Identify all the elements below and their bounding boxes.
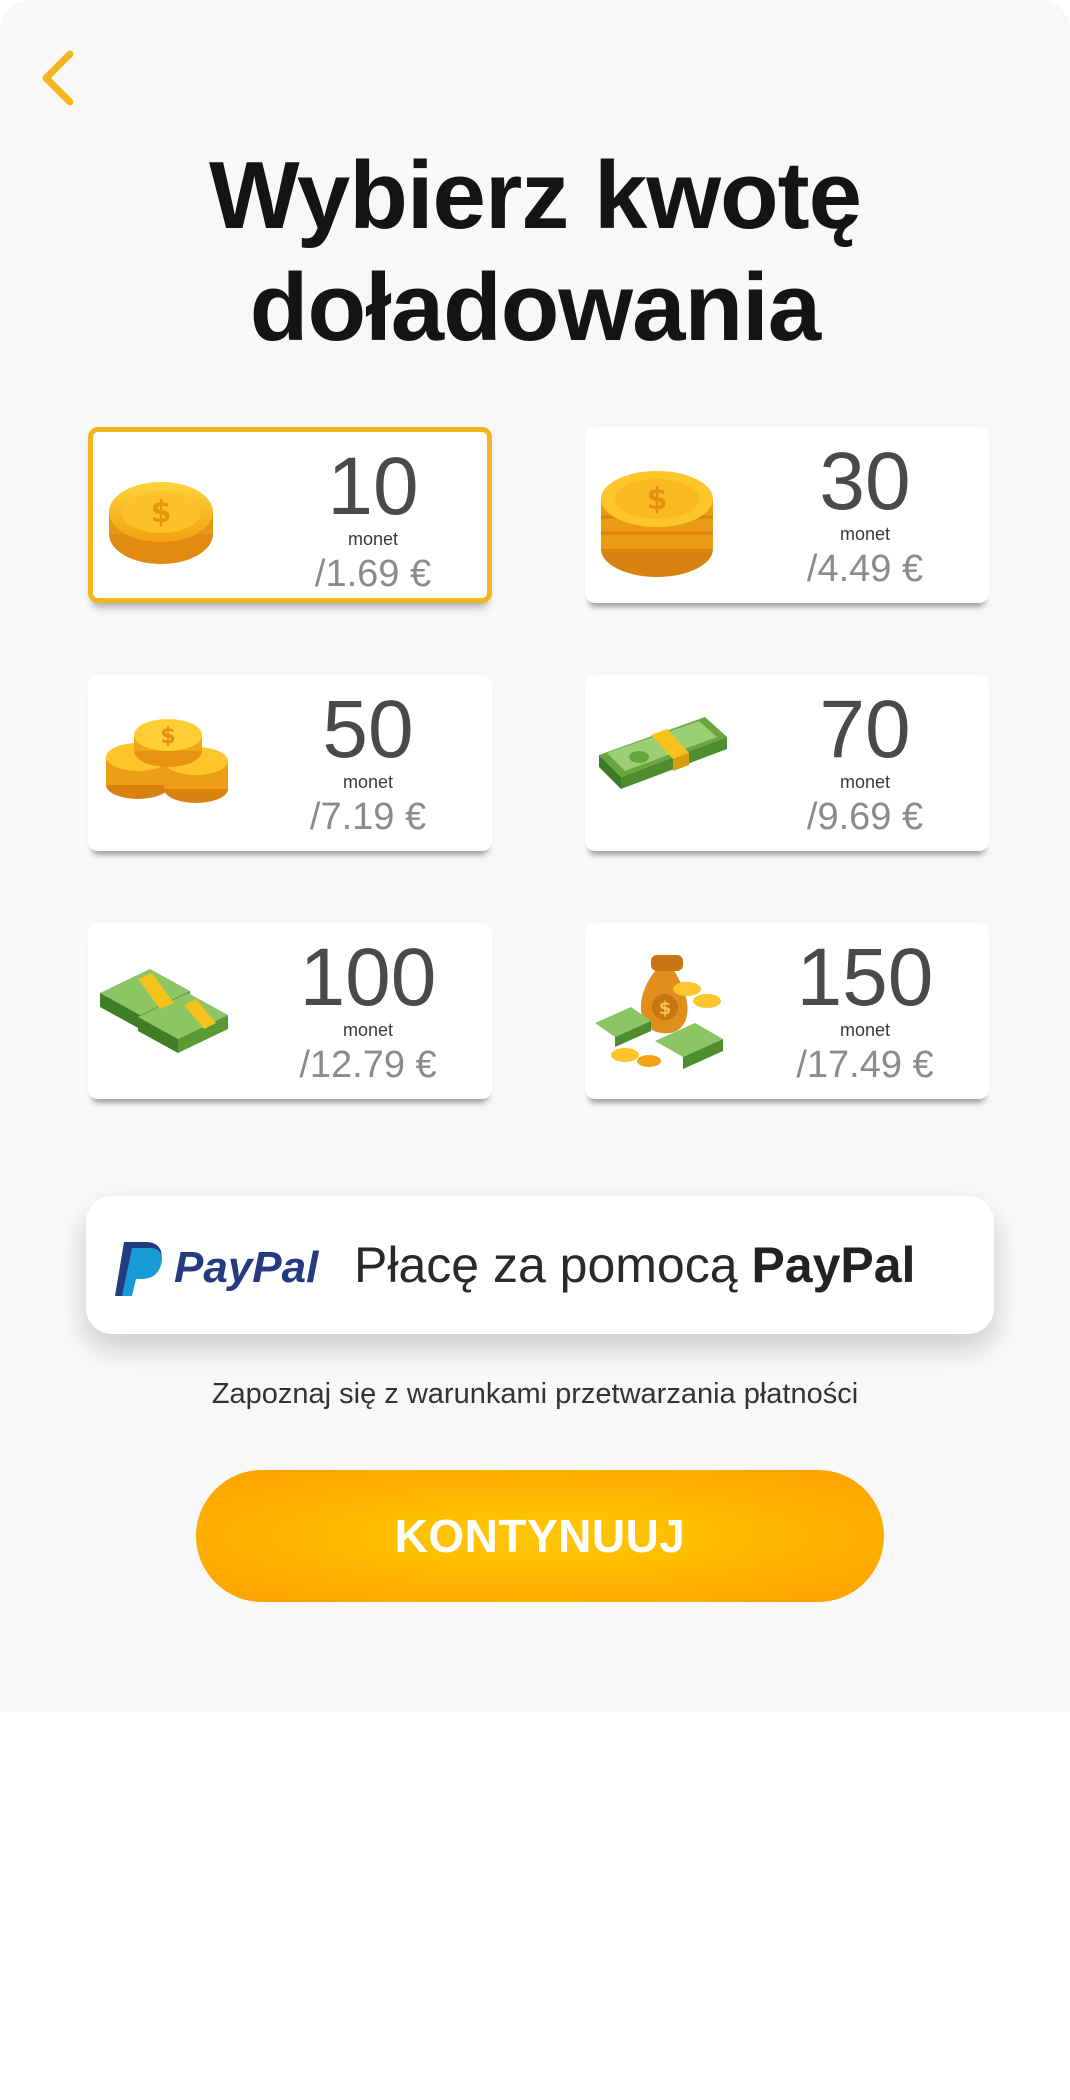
topup-screen: Wybierz kwotę doładowania $ 10 monet /1.…	[0, 0, 1070, 1712]
package-info: 150 monet /17.49 €	[745, 923, 985, 1099]
package-unit: monet	[342, 1020, 394, 1040]
paypal-label-brand: PayPal	[751, 1237, 916, 1293]
package-unit: monet	[347, 529, 399, 549]
svg-text:$: $	[160, 724, 175, 749]
svg-text:$: $	[151, 495, 172, 530]
package-card-10[interactable]: $ 10 monet /1.69 €	[88, 427, 492, 603]
package-price: /4.49 €	[806, 548, 924, 590]
package-card-30[interactable]: $ 30 monet /4.49 €	[585, 427, 989, 603]
package-unit: monet	[342, 772, 394, 792]
package-price: /1.69 €	[314, 553, 432, 595]
package-price: /9.69 €	[806, 796, 924, 838]
coin-piles-icon: $	[106, 719, 228, 803]
paypal-payment-option[interactable]: PayPal Płacę za pomocą PayPal	[86, 1196, 994, 1334]
coin-stack-icon: $	[601, 471, 713, 577]
package-card-50[interactable]: $ 50 monet /7.19 €	[88, 675, 492, 851]
package-info: 30 monet /4.49 €	[745, 427, 985, 603]
package-amount: 10	[327, 441, 419, 532]
banknote-stacks-icon	[100, 969, 228, 1053]
package-amount: 70	[819, 684, 911, 775]
package-info: 50 monet /7.19 €	[248, 675, 488, 851]
package-card-150[interactable]: $ 150 monet /17.49 €	[585, 923, 989, 1099]
paypal-logo-text: PayPal	[174, 1243, 319, 1292]
paypal-logo-icon: PayPal	[115, 1242, 319, 1296]
package-price: /17.49 €	[796, 1044, 934, 1086]
package-amount: 100	[299, 932, 437, 1023]
package-amount: 30	[819, 436, 911, 527]
page-title: Wybierz kwotę doładowania	[208, 142, 862, 361]
continue-button[interactable]: KONTYNUUJ	[196, 1470, 884, 1602]
svg-text:$: $	[659, 998, 672, 1019]
package-amount: 50	[322, 684, 414, 775]
package-info: 100 monet /12.79 €	[248, 923, 488, 1099]
package-unit: monet	[839, 524, 891, 544]
package-info: 10 monet /1.69 €	[253, 432, 493, 608]
package-card-100[interactable]: 100 monet /12.79 €	[88, 923, 492, 1099]
package-unit: monet	[839, 1020, 891, 1040]
svg-text:$: $	[647, 482, 668, 517]
money-bag-icon: $	[595, 955, 723, 1069]
banknote-bundle-icon	[599, 717, 727, 789]
package-unit: monet	[839, 772, 891, 792]
chevron-left-icon[interactable]	[36, 46, 80, 110]
package-price: /7.19 €	[309, 796, 427, 838]
payment-terms-link[interactable]: Zapoznaj się z warunkami przetwarzania p…	[0, 1378, 1070, 1411]
package-price: /12.79 €	[299, 1044, 437, 1086]
single-coin-icon: $	[109, 482, 213, 564]
package-card-70[interactable]: 70 monet /9.69 €	[585, 675, 989, 851]
package-amount: 150	[796, 932, 934, 1023]
paypal-label: Płacę za pomocą PayPal	[354, 1196, 915, 1334]
package-info: 70 monet /9.69 €	[745, 675, 985, 851]
paypal-label-prefix: Płacę za pomocą	[354, 1237, 752, 1293]
